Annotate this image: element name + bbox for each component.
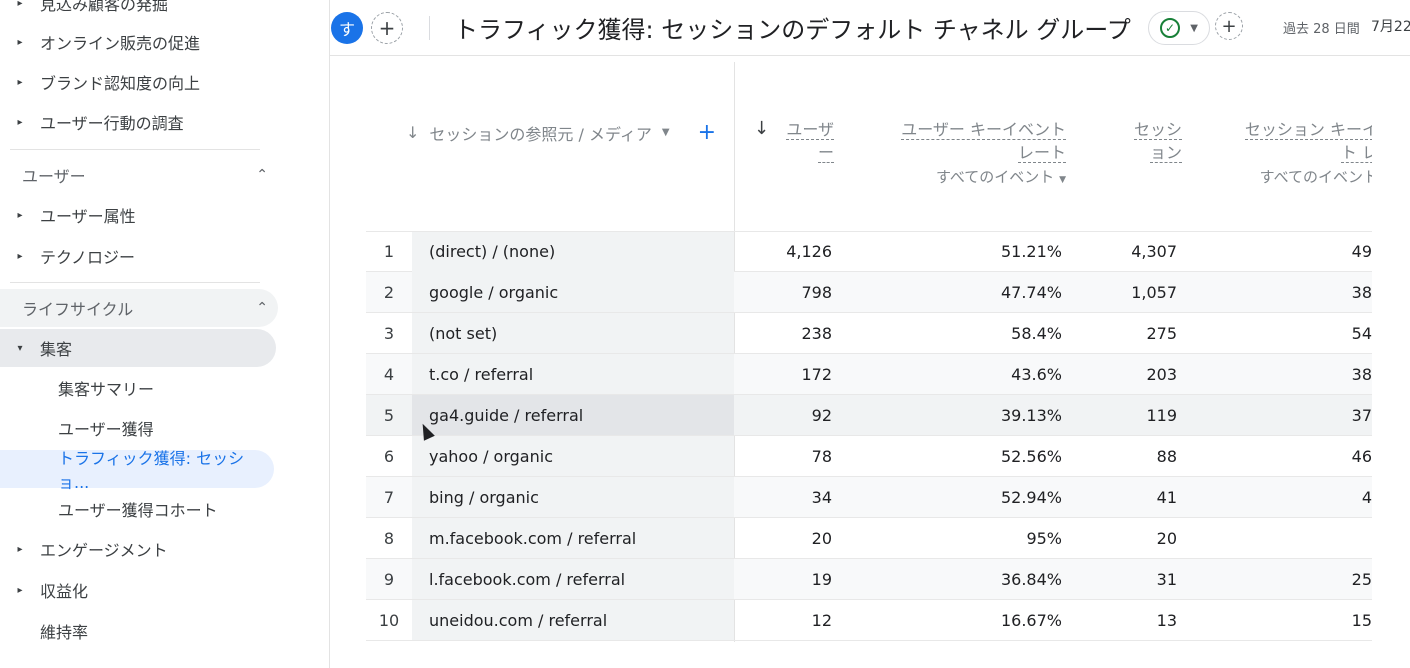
table-row[interactable]: 10 uneidou.com / referral 12 16.67% 13 1… (366, 600, 1372, 641)
sort-arrow-icon: ↓ (406, 123, 420, 142)
sidebar-item-label: ユーザー行動の調査 (40, 114, 184, 133)
report-header: す + トラフィック獲得: セッションのデフォルト チャネル グループ ✓ ▼ … (330, 0, 1410, 56)
avatar[interactable]: す (331, 12, 363, 44)
table-row[interactable]: 1 (direct) / (none) 4,126 51.21% 4,307 4… (366, 231, 1372, 272)
caret-right-icon: ▸ (17, 584, 23, 596)
caret-right-icon: ▸ (17, 36, 23, 48)
sidebar-item-monetization[interactable]: ▸ 収益化 (0, 571, 88, 609)
section-lifecycle[interactable]: ライフサイクル ⌃ (0, 289, 278, 327)
sidebar-item-label: 集客サマリー (58, 380, 155, 399)
sidebar-divider (10, 149, 260, 150)
sidebar-item-label: ユーザー属性 (40, 207, 136, 226)
sidebar: ▸ 見込み顧客の発掘 ▸ オンライン販売の促進 ▸ ブランド認知度の向上 ▸ ユーザー行… (0, 0, 330, 668)
table-row[interactable]: 3 (not set) 238 58.4% 275 54 (366, 313, 1372, 354)
sidebar-item-user-acquisition[interactable]: ユーザー獲得 (0, 409, 154, 447)
table-row[interactable]: 6 yahoo / organic 78 52.56% 88 46 (366, 436, 1372, 477)
sidebar-item-retention[interactable]: 維持率 (0, 612, 88, 650)
table-row[interactable]: 2 google / organic 798 47.74% 1,057 38 (366, 272, 1372, 313)
section-user[interactable]: ユーザー ⌃ (0, 156, 278, 194)
table-row[interactable]: 4 t.co / referral 172 43.6% 203 38 (366, 354, 1372, 395)
caret-right-icon: ▸ (17, 0, 23, 9)
sidebar-item-user-acquisition-cohort[interactable]: ユーザー獲得コホート (0, 490, 218, 528)
sidebar-item-label: テクノロジー (40, 248, 136, 267)
add-dimension-icon[interactable]: + (698, 120, 716, 145)
chevron-down-icon: ▼ (1190, 22, 1198, 34)
sidebar-item-brand-awareness[interactable]: ▸ ブランド認知度の向上 (0, 63, 200, 101)
section-label: ライフサイクル (22, 300, 134, 319)
chevron-down-icon[interactable]: ▼ (1059, 175, 1066, 185)
add-comparison-button[interactable]: + (371, 12, 403, 44)
sidebar-item-label: ユーザー獲得コホート (58, 501, 218, 520)
table-row[interactable]: 7 bing / organic 34 52.94% 41 4 (366, 477, 1372, 518)
report-status-dropdown[interactable]: ✓ ▼ (1148, 11, 1210, 45)
header-user-key-event-rate[interactable]: ユーザー キーイベント レート すべてのイベント ▼ (856, 118, 1066, 192)
date-range-value[interactable]: 7月22 (1371, 16, 1410, 36)
sidebar-item-traffic-acquisition[interactable]: トラフィック獲得: セッショ... (0, 449, 274, 492)
sidebar-item-user-behavior[interactable]: ▸ ユーザー行動の調査 (0, 103, 184, 141)
sidebar-item-label: ブランド認知度の向上 (40, 74, 201, 93)
section-label: ユーザー (22, 167, 86, 186)
caret-right-icon: ▸ (17, 209, 23, 221)
sidebar-item-acquisition[interactable]: ▾ 集客 (0, 329, 276, 367)
sidebar-item-demographics[interactable]: ▸ ユーザー属性 (0, 196, 136, 234)
caret-right-icon: ▸ (17, 250, 23, 262)
sidebar-item-label: 維持率 (40, 623, 89, 642)
header-divider (429, 16, 430, 40)
header-sessions[interactable]: セッシ ョン (1106, 118, 1182, 164)
add-button[interactable]: + (1215, 12, 1243, 40)
data-table: ↓ セッションの参照元 / メディア ▼ + ↓ ユーザ ー ユーザー キーイベ… (366, 62, 1372, 642)
chevron-up-icon: ⌃ (256, 300, 268, 316)
sidebar-item-label: トラフィック獲得: セッショ... (58, 449, 245, 492)
sidebar-item-technology[interactable]: ▸ テクノロジー (0, 237, 135, 275)
sidebar-item-label: エンゲージメント (40, 541, 168, 560)
sidebar-item-leads[interactable]: ▸ 見込み顧客の発掘 (0, 0, 168, 22)
table-row[interactable]: 8 m.facebook.com / referral 20 95% 20 (366, 518, 1372, 559)
sidebar-divider (10, 282, 260, 283)
caret-right-icon: ▸ (17, 543, 23, 555)
caret-right-icon: ▸ (17, 76, 23, 88)
header-session-key-event-rate[interactable]: セッション キーイ ト レ すべてのイベント (1208, 118, 1372, 189)
chevron-up-icon: ⌃ (256, 167, 268, 183)
sidebar-item-label: 収益化 (40, 582, 89, 601)
sidebar-item-label: オンライン販売の促進 (40, 34, 201, 53)
dimension-header[interactable]: ↓ セッションの参照元 / メディア ▼ + (406, 120, 716, 145)
header-users[interactable]: ユーザ ー (768, 118, 834, 164)
sidebar-item-label: 集客 (40, 340, 73, 359)
sidebar-item-label: 見込み顧客の発掘 (40, 0, 169, 14)
table-row[interactable]: 5 ga4.guide / referral 92 39.13% 119 37 (366, 395, 1372, 436)
sort-desc-icon[interactable]: ↓ (754, 118, 769, 139)
caret-down-icon: ▾ (17, 342, 23, 354)
dropdown-icon[interactable]: ▼ (662, 127, 670, 138)
date-range-label[interactable]: 過去 28 日間 (1283, 18, 1360, 37)
caret-right-icon: ▸ (17, 116, 23, 128)
check-circle-icon: ✓ (1160, 18, 1181, 38)
table-row[interactable]: 9 l.facebook.com / referral 19 36.84% 31… (366, 559, 1372, 600)
dimension-header-label: セッションの参照元 / メディア (429, 124, 652, 144)
sidebar-item-engagement[interactable]: ▸ エンゲージメント (0, 530, 168, 568)
sidebar-item-label: ユーザー獲得 (58, 420, 154, 439)
page-title: トラフィック獲得: セッションのデフォルト チャネル グループ (454, 16, 1131, 44)
sidebar-item-online-sales[interactable]: ▸ オンライン販売の促進 (0, 23, 200, 61)
sidebar-item-acquisition-overview[interactable]: 集客サマリー (0, 369, 154, 407)
